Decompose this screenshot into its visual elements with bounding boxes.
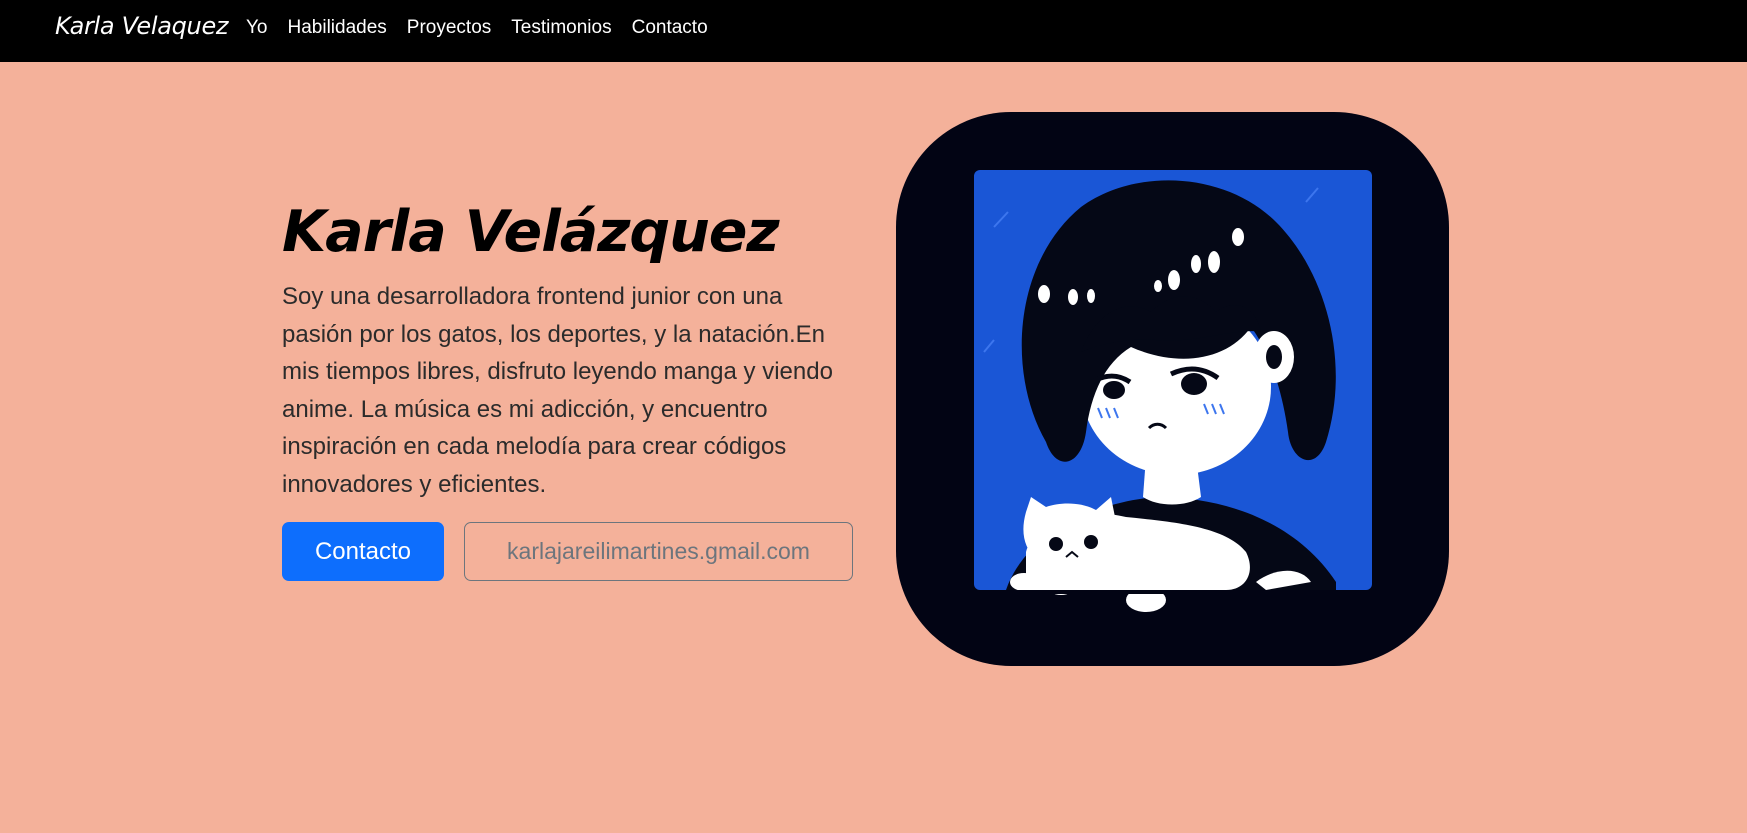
nav-link-yo[interactable]: Yo [246, 16, 268, 40]
contact-button[interactable]: Contacto [282, 522, 444, 581]
brand-link[interactable]: Karla Velaquez [55, 12, 229, 40]
hero-buttons: Contacto karlajareilimartines.gmail.com [282, 522, 853, 581]
nav-link-habilidades[interactable]: Habilidades [288, 16, 387, 40]
nav-link-proyectos[interactable]: Proyectos [407, 16, 491, 40]
hero-text: Karla Velázquez Soy una desarrolladora f… [282, 196, 862, 503]
profile-image [896, 112, 1449, 666]
nav-link-contacto[interactable]: Contacto [632, 16, 708, 40]
hero-description: Soy una desarrolladora frontend junior c… [282, 283, 833, 498]
nav-link-testimonios[interactable]: Testimonios [511, 16, 611, 40]
nav-links: Yo Habilidades Proyectos Testimonios Con… [246, 16, 728, 40]
navbar: Karla Velaquez Yo Habilidades Proyectos … [0, 0, 1747, 62]
hero-title: Karla Velázquez [282, 199, 780, 265]
email-button[interactable]: karlajareilimartines.gmail.com [464, 522, 853, 581]
anime-girl-with-cat-illustration [974, 180, 1372, 612]
